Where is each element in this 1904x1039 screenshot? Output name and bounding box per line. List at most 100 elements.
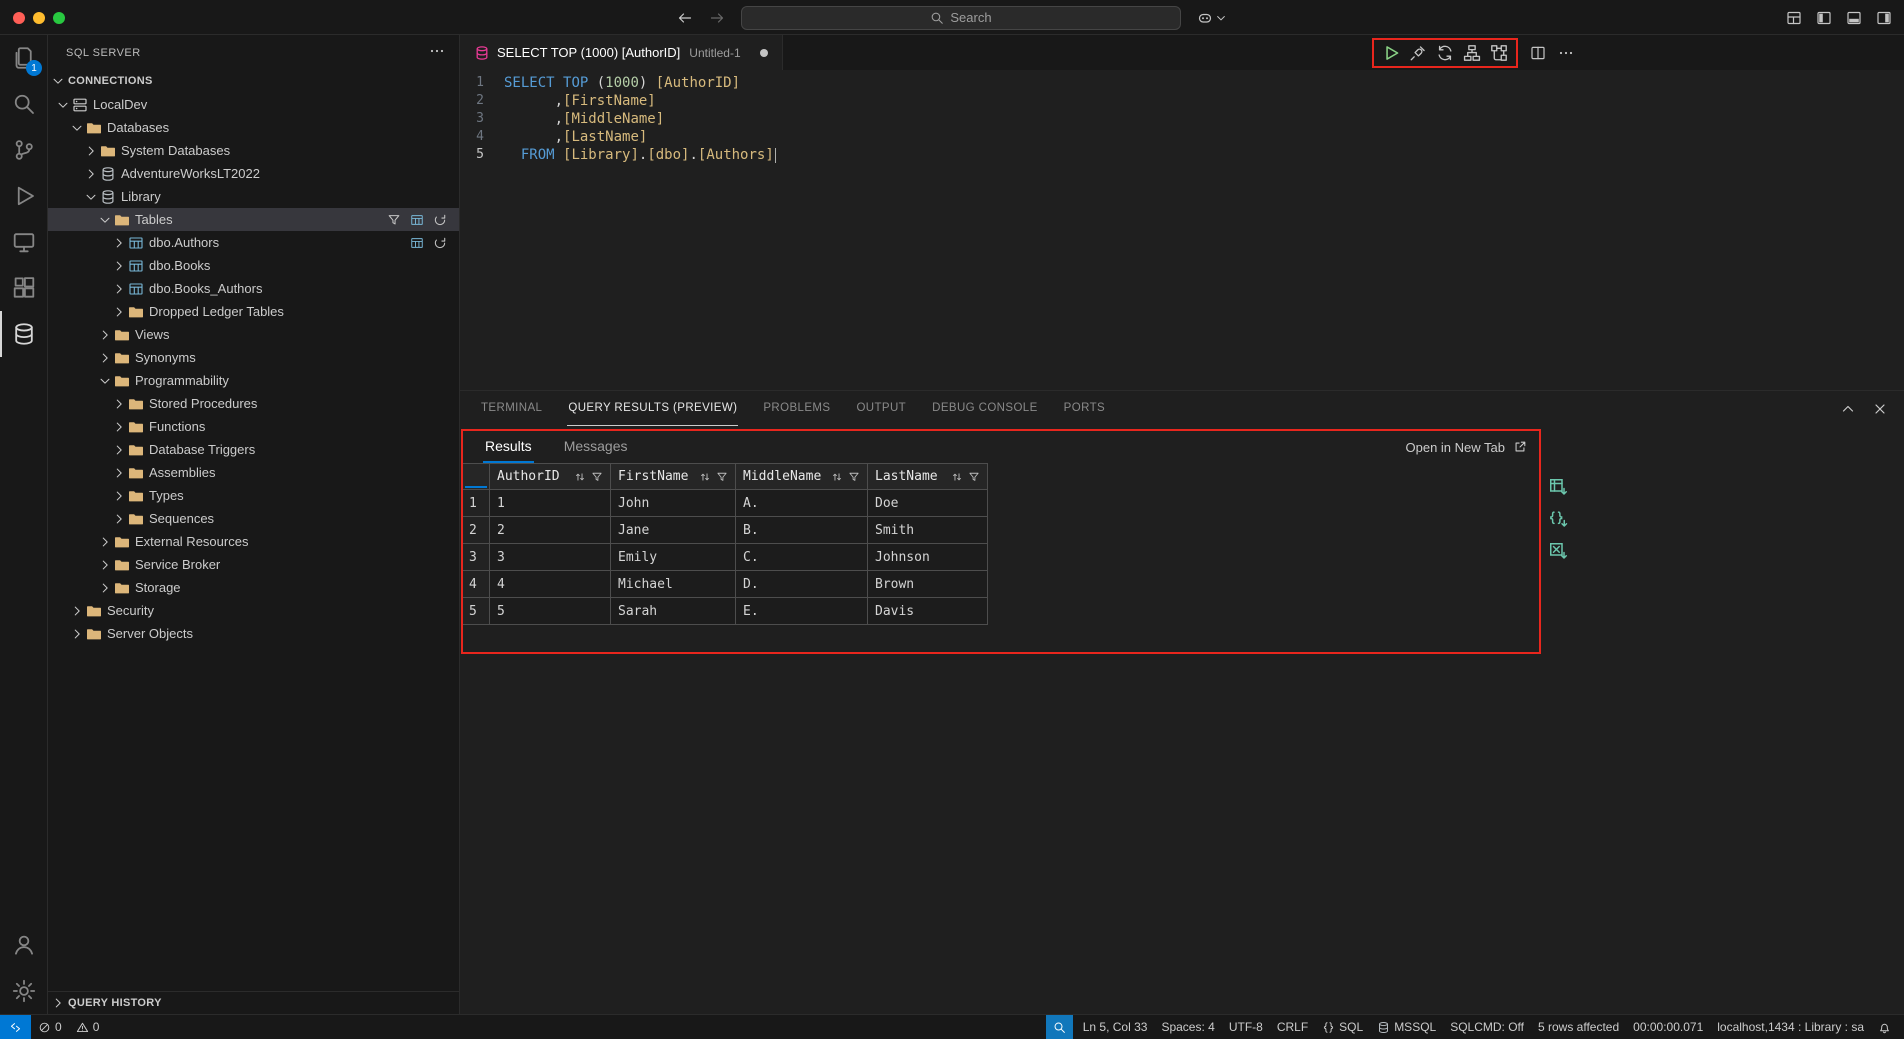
- sort-icon[interactable]: [699, 471, 711, 483]
- statusbar-item-zoom-indicator[interactable]: [1046, 1015, 1073, 1039]
- arrow-right-icon-forward[interactable]: [709, 10, 725, 26]
- activity-item-explorer[interactable]: 1: [0, 35, 48, 81]
- refresh-icon[interactable]: [433, 213, 447, 227]
- results-tab-results[interactable]: Results: [483, 431, 534, 463]
- statusbar-item-encoding[interactable]: UTF-8: [1222, 1015, 1270, 1039]
- tree-item-functions[interactable]: Functions: [48, 415, 459, 438]
- statusbar-item-end-of-line[interactable]: CRLF: [1270, 1015, 1315, 1039]
- actual-plan-icon-enable-actual-plan[interactable]: [1490, 44, 1508, 62]
- grid-cell[interactable]: B.: [736, 517, 868, 544]
- statusbar-item-warnings[interactable]: 0: [69, 1015, 107, 1039]
- results-tab-messages[interactable]: Messages: [562, 431, 630, 463]
- code-editor[interactable]: 1 SELECT TOP (1000) [AuthorID] 2 ,[First…: [460, 70, 1904, 390]
- tree-item-stored-procedures[interactable]: Stored Procedures: [48, 392, 459, 415]
- refresh-icon[interactable]: [433, 236, 447, 250]
- grid-cell[interactable]: Johnson: [868, 544, 988, 571]
- filter-column-icon[interactable]: [848, 471, 860, 483]
- query-history-section-header[interactable]: QUERY HISTORY: [48, 991, 459, 1014]
- panel-tab-terminal[interactable]: TERMINAL: [480, 391, 543, 426]
- grid-cell[interactable]: Sarah: [611, 598, 736, 625]
- grid-cell[interactable]: 5: [490, 598, 611, 625]
- tree-item-assemblies[interactable]: Assemblies: [48, 461, 459, 484]
- activity-item-search[interactable]: [0, 81, 48, 127]
- customize-layout-icon-customize-layout[interactable]: [1786, 10, 1802, 26]
- search-input[interactable]: Search: [741, 6, 1181, 30]
- grid-cell[interactable]: Brown: [868, 571, 988, 598]
- tree-item-dbo-books[interactable]: dbo.Books: [48, 254, 459, 277]
- row-number[interactable]: 2: [463, 517, 490, 544]
- table-row[interactable]: 1 1JohnA.Doe: [463, 490, 988, 517]
- tree-item-sequences[interactable]: Sequences: [48, 507, 459, 530]
- save-csv-icon-save-as-csv[interactable]: [1548, 477, 1568, 497]
- row-number[interactable]: 3: [463, 544, 490, 571]
- grid-cell[interactable]: Davis: [868, 598, 988, 625]
- close-icon-close-panel[interactable]: [1872, 401, 1888, 417]
- statusbar-item-language-mode[interactable]: SQL: [1315, 1015, 1370, 1039]
- close-window-button[interactable]: [13, 12, 25, 24]
- maximize-window-button[interactable]: [53, 12, 65, 24]
- statusbar-item-indentation[interactable]: Spaces: 4: [1154, 1015, 1221, 1039]
- activity-item-remote-explorer[interactable]: [0, 219, 48, 265]
- tree-item-programmability[interactable]: Programmability: [48, 369, 459, 392]
- filter-icon[interactable]: [387, 213, 401, 227]
- column-header[interactable]: FirstName: [611, 464, 736, 490]
- panel-tab-ports[interactable]: PORTS: [1063, 391, 1106, 426]
- tree-item-database-triggers[interactable]: Database Triggers: [48, 438, 459, 461]
- row-number[interactable]: 4: [463, 571, 490, 598]
- save-json-icon-save-as-json[interactable]: [1548, 509, 1568, 529]
- statusbar-item-sqlcmd[interactable]: SQLCMD: Off: [1443, 1015, 1531, 1039]
- filter-column-icon[interactable]: [591, 471, 603, 483]
- panel-bottom-icon-toggle-panel[interactable]: [1846, 10, 1862, 26]
- sort-icon[interactable]: [951, 471, 963, 483]
- panel-tab-problems[interactable]: PROBLEMS: [762, 391, 831, 426]
- copilot-button[interactable]: [1197, 10, 1227, 26]
- row-number[interactable]: 1: [463, 490, 490, 517]
- grid-cell[interactable]: E.: [736, 598, 868, 625]
- arrow-left-icon-back[interactable]: [677, 10, 693, 26]
- tree-item-databases[interactable]: Databases: [48, 116, 459, 139]
- tree-item-server-objects[interactable]: Server Objects: [48, 622, 459, 645]
- open-in-new-tab-button[interactable]: Open in New Tab: [1406, 440, 1528, 455]
- tree-item-security[interactable]: Security: [48, 599, 459, 622]
- grid-cell[interactable]: Michael: [611, 571, 736, 598]
- tree-item-synonyms[interactable]: Synonyms: [48, 346, 459, 369]
- estimated-plan-icon-estimated-plan[interactable]: [1463, 44, 1481, 62]
- grid-cell[interactable]: D.: [736, 571, 868, 598]
- more-icon-more-actions[interactable]: [1558, 45, 1574, 61]
- split-editor-icon-split-editor[interactable]: [1530, 45, 1546, 61]
- panel-tab-query-results-preview[interactable]: QUERY RESULTS (PREVIEW): [567, 391, 738, 426]
- grid-cell[interactable]: Doe: [868, 490, 988, 517]
- statusbar-item-connection-info[interactable]: localhost,1434 : Library : sa: [1710, 1015, 1871, 1039]
- tree-item-service-broker[interactable]: Service Broker: [48, 553, 459, 576]
- panel-right-icon-toggle-secondary-sidebar[interactable]: [1876, 10, 1892, 26]
- grid-cell[interactable]: Emily: [611, 544, 736, 571]
- modified-indicator[interactable]: [760, 49, 768, 57]
- activity-item-source-control[interactable]: [0, 127, 48, 173]
- table-row[interactable]: 5 5SarahE.Davis: [463, 598, 988, 625]
- filter-column-icon[interactable]: [968, 471, 980, 483]
- grid-cell[interactable]: 4: [490, 571, 611, 598]
- tree-item-storage[interactable]: Storage: [48, 576, 459, 599]
- panel-left-icon-toggle-primary-sidebar[interactable]: [1816, 10, 1832, 26]
- tree-item-dbo-books-authors[interactable]: dbo.Books_Authors: [48, 277, 459, 300]
- plug-icon-cancel-query[interactable]: [1409, 44, 1427, 62]
- table-row[interactable]: 4 4MichaelD.Brown: [463, 571, 988, 598]
- statusbar-item-rows-affected[interactable]: 5 rows affected: [1531, 1015, 1626, 1039]
- tree-item-localdev[interactable]: LocalDev: [48, 93, 459, 116]
- activity-item-extensions[interactable]: [0, 265, 48, 311]
- editor-tab[interactable]: SELECT TOP (1000) [AuthorID] Untitled-1: [460, 35, 783, 70]
- row-number[interactable]: 5: [463, 598, 490, 625]
- column-header[interactable]: AuthorID: [490, 464, 611, 490]
- connections-section-header[interactable]: CONNECTIONS: [48, 70, 459, 92]
- tree-item-adventureworkslt2022[interactable]: AdventureWorksLT2022: [48, 162, 459, 185]
- statusbar-item-query-duration[interactable]: 00:00:00.071: [1626, 1015, 1710, 1039]
- grid-cell[interactable]: Smith: [868, 517, 988, 544]
- grid-cell[interactable]: John: [611, 490, 736, 517]
- tree-item-dbo-authors[interactable]: dbo.Authors: [48, 231, 459, 254]
- chevron-up-icon-maximize-panel[interactable]: [1840, 401, 1856, 417]
- activity-item-run-and-debug[interactable]: [0, 173, 48, 219]
- table-row[interactable]: 2 2JaneB.Smith: [463, 517, 988, 544]
- statusbar-item-cursor-position[interactable]: Ln 5, Col 33: [1076, 1015, 1155, 1039]
- statusbar-item-errors[interactable]: 0: [31, 1015, 69, 1039]
- activity-item-sql-server[interactable]: [0, 311, 48, 357]
